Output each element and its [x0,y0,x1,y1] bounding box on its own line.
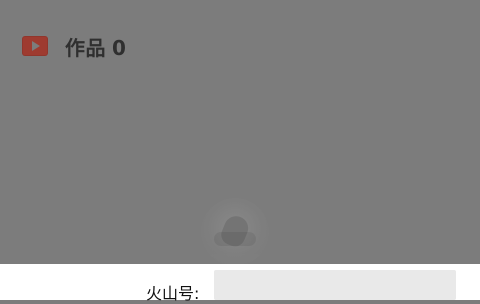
app-logo-icon [201,198,269,266]
works-label: 作品 [65,35,106,60]
works-header: 作品 0 [22,30,126,62]
works-count: 0 [112,35,127,60]
account-id-row: 火山号: [146,284,199,303]
works-title: 作品 0 [65,32,126,61]
play-icon [22,36,48,56]
account-id-label: 火山号: [146,284,200,303]
account-id-value-box [214,270,456,300]
